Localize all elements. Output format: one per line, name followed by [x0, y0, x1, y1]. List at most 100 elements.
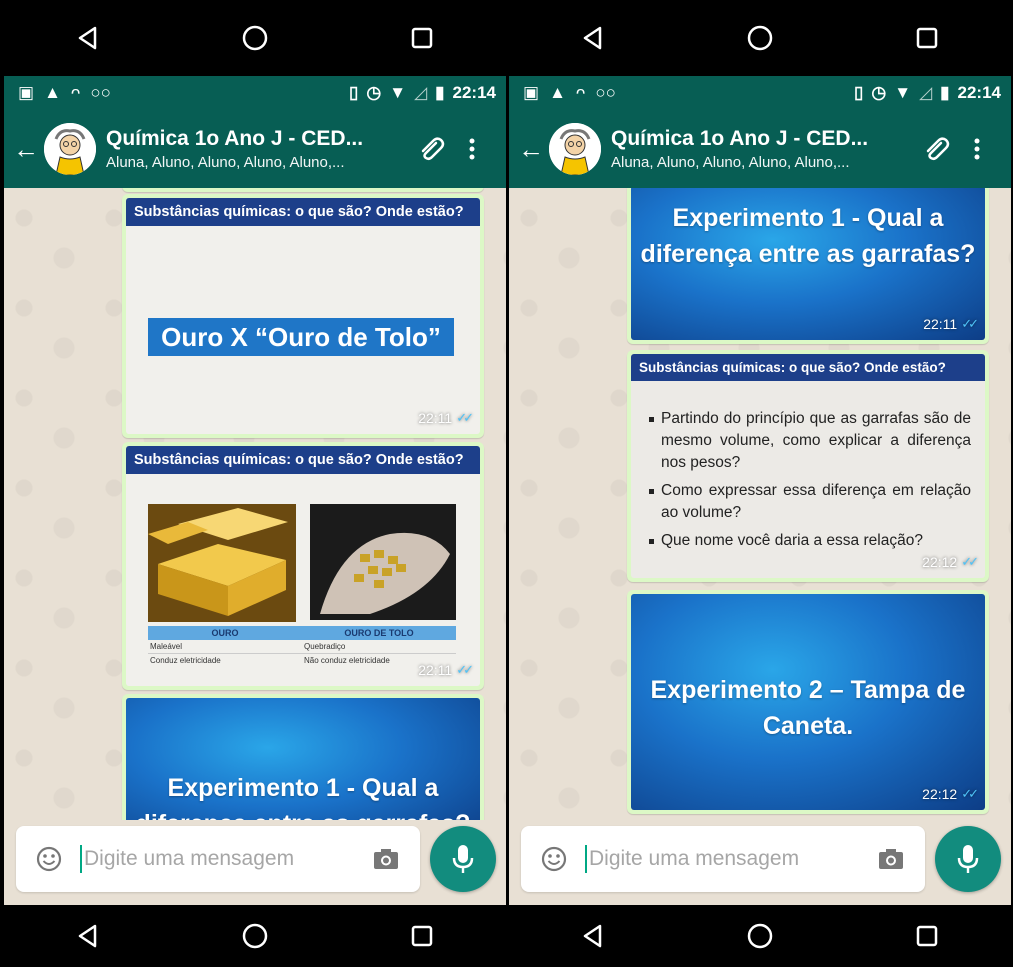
phone-screen-left: ▣ ▲ ᴖ ○○ ▯ ◷ ▼ ◿ ▮ 22:14 ← Química 1o An…: [4, 0, 506, 967]
slide-bullet-item: Partindo do princípio que as garrafas sã…: [649, 408, 971, 474]
nav-recents-button[interactable]: [392, 18, 452, 58]
more-vert-icon: [469, 138, 475, 160]
message-time: 22:11: [923, 316, 958, 332]
camera-button[interactable]: [370, 843, 402, 875]
nav-recents-button[interactable]: [392, 916, 452, 956]
nav-home-button[interactable]: [225, 916, 285, 956]
slide-bullet-list: Partindo do princípio que as garrafas sã…: [649, 408, 971, 558]
slide-header: Substâncias químicas: o que são? Onde es…: [126, 446, 480, 474]
camera-icon: [879, 849, 903, 869]
alarm-icon: ◷: [366, 83, 382, 102]
nav-home-button[interactable]: [730, 18, 790, 58]
composer-bar: Digite uma mensagem: [509, 820, 1011, 905]
circle-home-icon: [242, 923, 268, 949]
triangle-back-icon: [78, 26, 96, 50]
nav-back-button[interactable]: [58, 916, 118, 956]
phone-screen-right: ▣ ▲ ᴖ ○○ ▯ ◷ ▼ ◿ ▮ 22:14 ← Química 1o An…: [509, 0, 1011, 967]
back-arrow-icon[interactable]: ←: [8, 134, 44, 165]
slide-image[interactable]: Substâncias químicas: o que são? Onde es…: [126, 198, 480, 434]
slide-bullet-item: Como expressar essa diferença em relação…: [649, 480, 971, 524]
chat-title[interactable]: Química 1o Ano J - CED...: [611, 127, 901, 151]
message-input-placeholder[interactable]: Digite uma mensagem: [84, 847, 294, 871]
circle-home-icon: [747, 923, 773, 949]
message-meta: 22:12 ✓✓: [922, 786, 979, 802]
back-arrow-icon[interactable]: ←: [513, 134, 549, 165]
chat-messages[interactable]: Substâncias químicas: o que são? Onde es…: [4, 188, 506, 820]
nav-recents-button[interactable]: [897, 18, 957, 58]
slide-image[interactable]: Experimento 2 – Tampa de Caneta. 22:12 ✓…: [631, 594, 985, 810]
image-message[interactable]: Substâncias químicas: o que são? Onde es…: [627, 350, 989, 582]
chat-participants[interactable]: Aluna, Aluno, Aluno, Aluno, Aluno,...: [106, 154, 396, 171]
read-ticks-icon: ✓✓: [456, 410, 474, 425]
square-recents-icon: [412, 27, 433, 49]
read-ticks-icon: ✓✓: [961, 316, 979, 331]
nav-back-button[interactable]: [563, 916, 623, 956]
scientist-avatar-icon: [44, 123, 96, 175]
message-meta: 22:11 ✓✓: [418, 410, 474, 426]
camera-button[interactable]: [875, 843, 907, 875]
voice-record-button[interactable]: [430, 826, 496, 892]
attach-button[interactable]: [919, 132, 953, 166]
table-cell: Conduz eletricidade: [150, 656, 221, 665]
microphone-icon: [957, 845, 979, 873]
chat-messages[interactable]: Experimento 1 - Qual a diferença entre a…: [509, 188, 1011, 820]
comparison-table: OURO OURO DE TOLO Maleável Quebradiço Co…: [148, 626, 456, 667]
square-recents-icon: [917, 27, 938, 49]
square-recents-icon: [917, 925, 938, 947]
emoji-button[interactable]: [32, 842, 66, 876]
message-meta: 22:11 ✓✓: [418, 662, 474, 678]
chat-app-bar: ← Química 1o Ano J - CED... Aluna, Aluno…: [4, 110, 506, 188]
image-message[interactable]: Experimento 1 - Qual a diferença entre a…: [122, 694, 484, 820]
circle-home-icon: [242, 25, 268, 51]
circle-home-icon: [747, 25, 773, 51]
slide-image[interactable]: Experimento 1 - Qual a diferença entre a…: [631, 188, 985, 340]
slide-image[interactable]: Substâncias químicas: o que são? Onde es…: [126, 446, 480, 686]
group-avatar[interactable]: [549, 123, 601, 175]
message-input-placeholder[interactable]: Digite uma mensagem: [589, 847, 799, 871]
message-meta: 22:11 ✓✓: [923, 316, 979, 332]
nav-back-button[interactable]: [58, 18, 118, 58]
warning-icon: ▲: [44, 83, 61, 102]
slide-title-line: Experimento 1 - Qual a: [672, 204, 944, 232]
microphone-icon: [452, 845, 474, 873]
slide-image[interactable]: Experimento 1 - Qual a diferença entre a…: [126, 698, 480, 820]
image-message[interactable]: Experimento 2 – Tampa de Caneta. 22:12 ✓…: [627, 590, 989, 814]
image-notification-icon: ▣: [523, 83, 540, 102]
text-cursor: [585, 845, 587, 873]
nav-home-button[interactable]: [225, 18, 285, 58]
slide-title-line: diferença entre as garrafas?: [126, 810, 480, 820]
smiley-icon: [541, 846, 567, 872]
system-navbar-bottom: [4, 905, 506, 967]
slide-header: Substâncias químicas: o que são? Onde es…: [126, 198, 480, 226]
table-cell: Quebradiço: [304, 642, 346, 651]
text-cursor: [80, 845, 82, 873]
image-message[interactable]: Substâncias químicas: o que são? Onde es…: [122, 442, 484, 690]
image-message[interactable]: Substâncias químicas: o que são? Onde es…: [122, 194, 484, 438]
triangle-back-icon: [583, 924, 601, 948]
nav-home-button[interactable]: [730, 916, 790, 956]
message-input-box[interactable]: Digite uma mensagem: [16, 826, 420, 892]
chat-title[interactable]: Química 1o Ano J - CED...: [106, 127, 396, 151]
nav-back-button[interactable]: [563, 18, 623, 58]
message-input-box[interactable]: Digite uma mensagem: [521, 826, 925, 892]
scientist-avatar-icon: [549, 123, 601, 175]
read-ticks-icon: ✓✓: [456, 662, 474, 677]
emoji-button[interactable]: [537, 842, 571, 876]
status-time: 22:14: [957, 83, 1001, 102]
warning-icon: ▲: [549, 83, 566, 102]
status-bar: ▣ ▲ ᴖ ○○ ▯ ◷ ▼ ◿ ▮ 22:14: [509, 76, 1011, 110]
image-message[interactable]: Experimento 1 - Qual a diferença entre a…: [627, 188, 989, 344]
message-time: 22:12: [922, 786, 958, 802]
triangle-back-icon: [78, 924, 96, 948]
nav-recents-button[interactable]: [897, 916, 957, 956]
group-avatar[interactable]: [44, 123, 96, 175]
voice-record-button[interactable]: [935, 826, 1001, 892]
slide-image[interactable]: Substâncias químicas: o que são? Onde es…: [631, 354, 985, 578]
overflow-menu-button[interactable]: [967, 129, 987, 169]
overflow-menu-button[interactable]: [462, 129, 482, 169]
vibrate-icon: ▯: [349, 83, 359, 102]
chat-participants[interactable]: Aluna, Aluno, Aluno, Aluno, Aluno,...: [611, 154, 901, 171]
attach-button[interactable]: [414, 132, 448, 166]
slide-bullet-item: Que nome você daria a essa relação?: [649, 530, 971, 552]
runner-icon: ᴖ: [575, 83, 586, 102]
